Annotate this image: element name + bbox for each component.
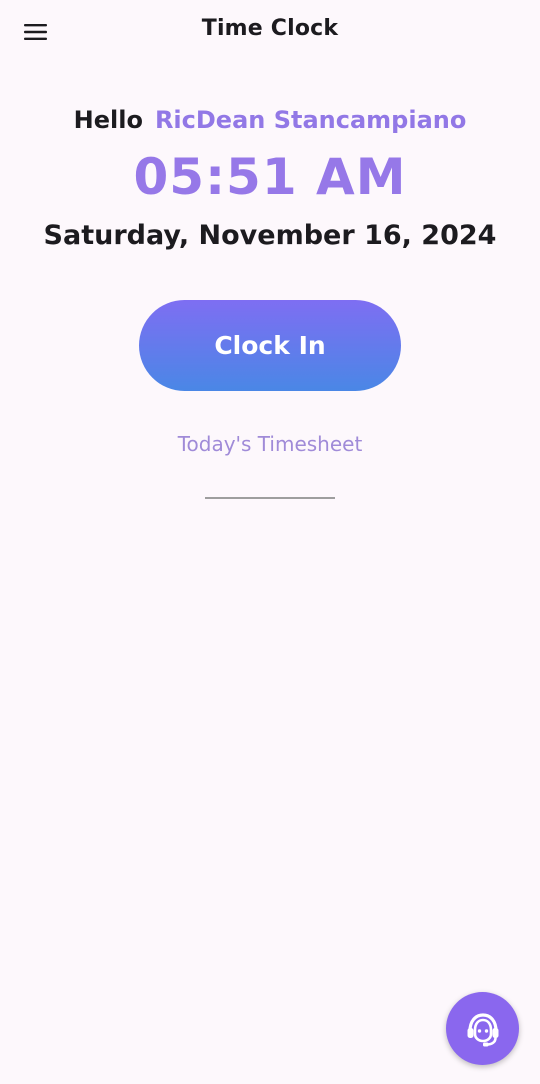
top-app-bar: Time Clock	[0, 0, 540, 64]
current-time: 05:51 AM	[133, 148, 407, 206]
clock-in-button[interactable]: Clock In	[139, 300, 401, 391]
page-title: Time Clock	[201, 16, 339, 41]
todays-timesheet-link[interactable]: Today's Timesheet	[0, 432, 540, 456]
greeting: Hello RicDean Stancampiano	[0, 106, 540, 134]
support-agent-icon	[467, 1012, 498, 1046]
user-name: RicDean Stancampiano	[154, 106, 467, 134]
divider	[205, 497, 335, 499]
greeting-hello: Hello	[73, 106, 143, 134]
current-date: Saturday, November 16, 2024	[43, 220, 497, 251]
time-clock-screen: Time Clock Hello RicDean Stancampiano 05:…	[0, 0, 540, 1084]
support-chat-button[interactable]	[446, 992, 519, 1065]
